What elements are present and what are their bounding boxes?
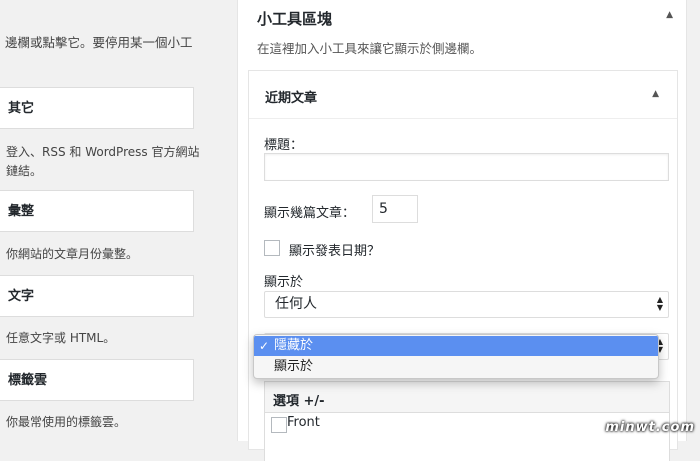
sidebar-description: 在這裡加入小工具來讓它顯示於側邊欄。 — [257, 41, 483, 56]
widget-desc-tag-cloud: 你最常使用的標籤雲。 — [6, 415, 127, 429]
title-input[interactable] — [264, 153, 669, 181]
widget-tile-meta[interactable]: 其它 — [0, 87, 194, 129]
sidebar-collapse-arrow-icon[interactable]: ▲ — [666, 10, 673, 20]
post-count-label: 顯示幾篇文章： — [264, 206, 356, 221]
options-box-title: 選項 +/- — [273, 394, 325, 409]
select-updown-arrow-icon: ▲ ▼ — [656, 295, 663, 312]
widget-desc-meta: 登入、RSS 和 WordPress 官方網站鏈結。 — [6, 145, 200, 178]
widget-tile-tag-cloud[interactable]: 標籤雲 — [0, 359, 194, 401]
widget-desc-archives: 你網站的文章月份彙整。 — [6, 247, 139, 261]
visibility-audience-select[interactable]: 任何人 ▲ ▼ — [264, 291, 669, 318]
options-box-header[interactable]: 選項 +/- — [265, 382, 669, 413]
available-widgets-intro: 邊欄或點擊它。要停用某一個小工 — [5, 35, 193, 50]
show-date-label: 顯示發表日期？ — [289, 244, 381, 259]
title-label: 標題： — [264, 138, 304, 153]
widget-tile-label: 文字 — [8, 289, 35, 304]
widget-desc-text: 任意文字或 HTML。 — [6, 331, 116, 345]
sidebar-title: 小工具區塊 — [257, 10, 333, 28]
visibility-mode-dropdown: ✓ 隱藏於 顯示於 — [253, 334, 659, 379]
recent-posts-widget-header[interactable]: 近期文章 ▲ — [249, 71, 677, 119]
front-checkbox[interactable] — [271, 417, 287, 433]
widget-tile-label: 標籤雲 — [8, 373, 48, 388]
dropdown-option-hide[interactable]: ✓ 隱藏於 — [254, 336, 658, 356]
widget-tile-label: 其它 — [8, 101, 35, 116]
recent-posts-widget: 近期文章 ▲ 標題： 顯示幾篇文章： 5 顯示發表日期？ 顯示於 任何人 ▲ ▼ … — [248, 70, 678, 461]
recent-posts-widget-title: 近期文章 — [265, 91, 318, 106]
available-widgets-panel: 邊欄或點擊它。要停用某一個小工 其它 登入、RSS 和 WordPress 官方… — [0, 0, 215, 441]
front-label: Front — [287, 415, 320, 430]
post-count-input[interactable]: 5 — [372, 195, 418, 223]
dropdown-option-label: 顯示於 — [274, 359, 314, 374]
dropdown-option-show[interactable]: 顯示於 — [254, 357, 658, 377]
show-date-checkbox[interactable] — [264, 240, 280, 256]
visibility-audience-value: 任何人 — [275, 296, 317, 312]
widget-tile-label: 彙整 — [8, 204, 35, 219]
widget-tile-text[interactable]: 文字 — [0, 275, 194, 317]
dropdown-option-label: 隱藏於 — [274, 338, 314, 353]
widget-collapse-arrow-icon[interactable]: ▲ — [652, 89, 659, 99]
watermark: minwt.com — [605, 420, 695, 435]
checkmark-icon: ✓ — [259, 339, 270, 353]
visibility-label: 顯示於 — [264, 275, 304, 290]
widget-tile-archives[interactable]: 彙整 — [0, 190, 194, 232]
